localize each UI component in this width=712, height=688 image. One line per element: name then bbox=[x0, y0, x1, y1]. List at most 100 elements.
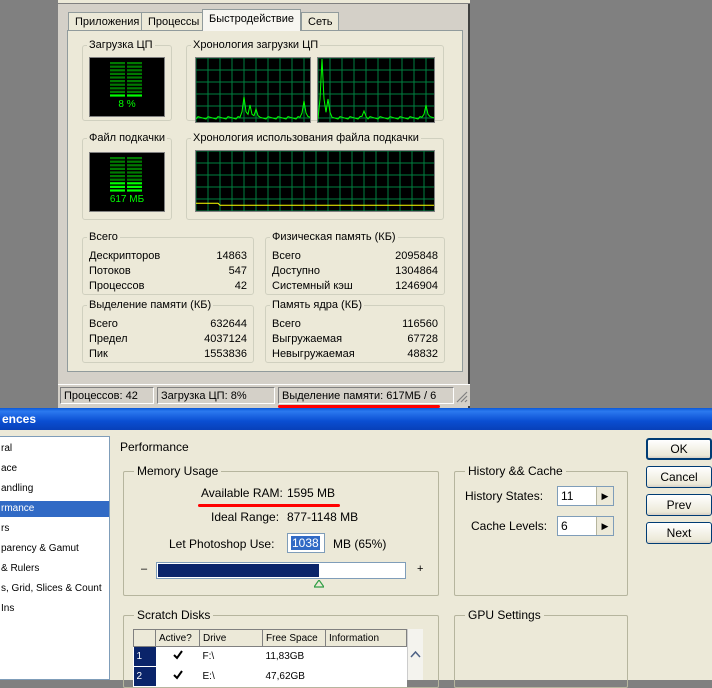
meter-segment bbox=[127, 72, 142, 75]
check-icon bbox=[172, 670, 183, 680]
meter-segment bbox=[127, 167, 142, 170]
stat-value: 4037124 bbox=[204, 333, 247, 345]
stat-label: Потоков bbox=[89, 265, 131, 277]
information-cell bbox=[325, 666, 407, 687]
cpu-usage-legend: Загрузка ЦП bbox=[89, 39, 153, 51]
ram-slider[interactable] bbox=[156, 562, 406, 579]
stat-handles: Дескрипторов 14863 bbox=[89, 249, 247, 263]
stat-value: 2095848 bbox=[395, 250, 438, 262]
table-row[interactable]: 1 F:\ 11,83GB bbox=[133, 646, 407, 667]
stat-label: Дескрипторов bbox=[89, 250, 161, 262]
page-title: Performance bbox=[120, 440, 189, 454]
stat-label: Предел bbox=[89, 333, 128, 345]
cache-levels-input[interactable]: 6 ▶ bbox=[557, 516, 614, 536]
scratch-disks-scrollbar[interactable] bbox=[407, 629, 423, 680]
category-interface[interactable]: ace bbox=[0, 461, 109, 477]
meter-segment bbox=[127, 171, 142, 174]
meter-segment bbox=[110, 90, 125, 93]
cpu-trace-line bbox=[196, 96, 310, 120]
window-top-edge bbox=[58, 0, 470, 4]
meter-segment bbox=[110, 171, 125, 174]
category-transparency-gamut[interactable]: parency & Gamut bbox=[0, 541, 109, 557]
tab-processes[interactable]: Процессы bbox=[141, 12, 207, 30]
meter-segment bbox=[127, 178, 142, 181]
stat-value: 14863 bbox=[216, 250, 247, 262]
meter-segment bbox=[110, 83, 125, 86]
highlight-underline-ram bbox=[198, 504, 340, 507]
stat-label: Процессов bbox=[89, 280, 145, 292]
cpu-meter-bars bbox=[110, 62, 142, 97]
meter-segment bbox=[127, 164, 142, 167]
cache-levels-arrow-icon[interactable]: ▶ bbox=[596, 517, 613, 535]
cpu-history-graph-2 bbox=[317, 57, 435, 123]
category-guides-grid[interactable]: s, Grid, Slices & Count bbox=[0, 581, 109, 597]
active-checkbox[interactable] bbox=[155, 666, 200, 687]
meter-segment bbox=[110, 167, 125, 170]
check-icon bbox=[172, 650, 183, 660]
meter-segment bbox=[110, 182, 125, 185]
column-header-drive[interactable]: Drive bbox=[199, 629, 263, 647]
pagefile-meter: 617 МБ bbox=[89, 152, 165, 212]
stat-label: Всего bbox=[272, 318, 301, 330]
meter-segment bbox=[127, 94, 142, 97]
ideal-range-value: 877-1148 MB bbox=[287, 510, 359, 524]
column-header-free-space[interactable]: Free Space bbox=[262, 629, 326, 647]
meter-segment bbox=[110, 72, 125, 75]
history-states-input[interactable]: 11 ▶ bbox=[557, 486, 614, 506]
ok-button[interactable]: OK bbox=[646, 438, 712, 460]
slider-thumb-icon[interactable] bbox=[314, 580, 324, 588]
tab-applications[interactable]: Приложения bbox=[68, 12, 147, 30]
cache-levels-label: Cache Levels: bbox=[471, 519, 548, 533]
status-bar: Процессов: 42 Загрузка ЦП: 8% Выделение … bbox=[58, 384, 470, 406]
meter-segment bbox=[127, 90, 142, 93]
pagefile-meter-bars bbox=[110, 157, 142, 192]
history-states-arrow-icon[interactable]: ▶ bbox=[596, 487, 613, 505]
column-header-information[interactable]: Information bbox=[325, 629, 407, 647]
resize-grip-icon[interactable] bbox=[456, 391, 468, 403]
let-photoshop-use-label: Let Photoshop Use: bbox=[169, 537, 275, 551]
meter-segment bbox=[110, 164, 125, 167]
active-checkbox[interactable] bbox=[155, 646, 200, 667]
tab-performance[interactable]: Быстродействие bbox=[202, 9, 301, 31]
ram-percent-label: MB (65%) bbox=[333, 537, 387, 551]
category-performance[interactable]: rmance bbox=[0, 501, 109, 517]
meter-segment bbox=[110, 185, 125, 188]
stat-physical-total: Всего 2095848 bbox=[272, 249, 438, 263]
meter-segment bbox=[127, 182, 142, 185]
category-list: ral ace andling rmance rs parency & Gamu… bbox=[0, 436, 110, 680]
stat-label: Невыгружаемая bbox=[272, 348, 355, 360]
meter-segment bbox=[110, 189, 125, 192]
stat-commit-total: Всего 632644 bbox=[89, 317, 247, 331]
meter-segment bbox=[127, 189, 142, 192]
tab-network[interactable]: Сеть bbox=[301, 12, 340, 30]
prev-button[interactable]: Prev bbox=[646, 494, 712, 516]
meter-segment bbox=[110, 175, 125, 178]
available-ram-label: Available RAM: bbox=[201, 486, 283, 500]
meter-segment bbox=[127, 69, 142, 72]
meter-segment bbox=[127, 175, 142, 178]
status-processes: Процессов: 42 bbox=[60, 387, 154, 404]
ram-slider-fill bbox=[158, 564, 319, 577]
physical-memory-group: Физическая память (КБ) Всего 2095848 Дост… bbox=[265, 231, 445, 295]
status-cpu: Загрузка ЦП: 8% bbox=[157, 387, 275, 404]
category-units-rulers[interactable]: & Rulers bbox=[0, 561, 109, 577]
category-plugins[interactable]: Ins bbox=[0, 601, 109, 617]
next-button[interactable]: Next bbox=[646, 522, 712, 544]
column-header-active[interactable]: Active? bbox=[155, 629, 200, 647]
scroll-up-icon[interactable] bbox=[408, 649, 423, 661]
pagefile-legend: Файл подкачки bbox=[89, 132, 165, 144]
ram-amount-input[interactable]: 1038 bbox=[287, 533, 325, 553]
meter-segment bbox=[127, 62, 142, 65]
category-cursors[interactable]: rs bbox=[0, 521, 109, 537]
meter-segment bbox=[110, 76, 125, 79]
meter-segment bbox=[127, 76, 142, 79]
category-file-handling[interactable]: andling bbox=[0, 481, 109, 497]
stat-threads: Потоков 547 bbox=[89, 264, 247, 278]
category-general[interactable]: ral bbox=[0, 441, 109, 457]
performance-page: Загрузка ЦП 8 % Хронология загрузки ЦП Ф… bbox=[67, 30, 463, 372]
table-row[interactable]: 2 E:\ 47,62GB bbox=[133, 666, 407, 687]
cancel-button[interactable]: Cancel bbox=[646, 466, 712, 488]
stat-label: Всего bbox=[272, 250, 301, 262]
meter-segment bbox=[127, 160, 142, 163]
stat-value: 1553836 bbox=[204, 348, 247, 360]
